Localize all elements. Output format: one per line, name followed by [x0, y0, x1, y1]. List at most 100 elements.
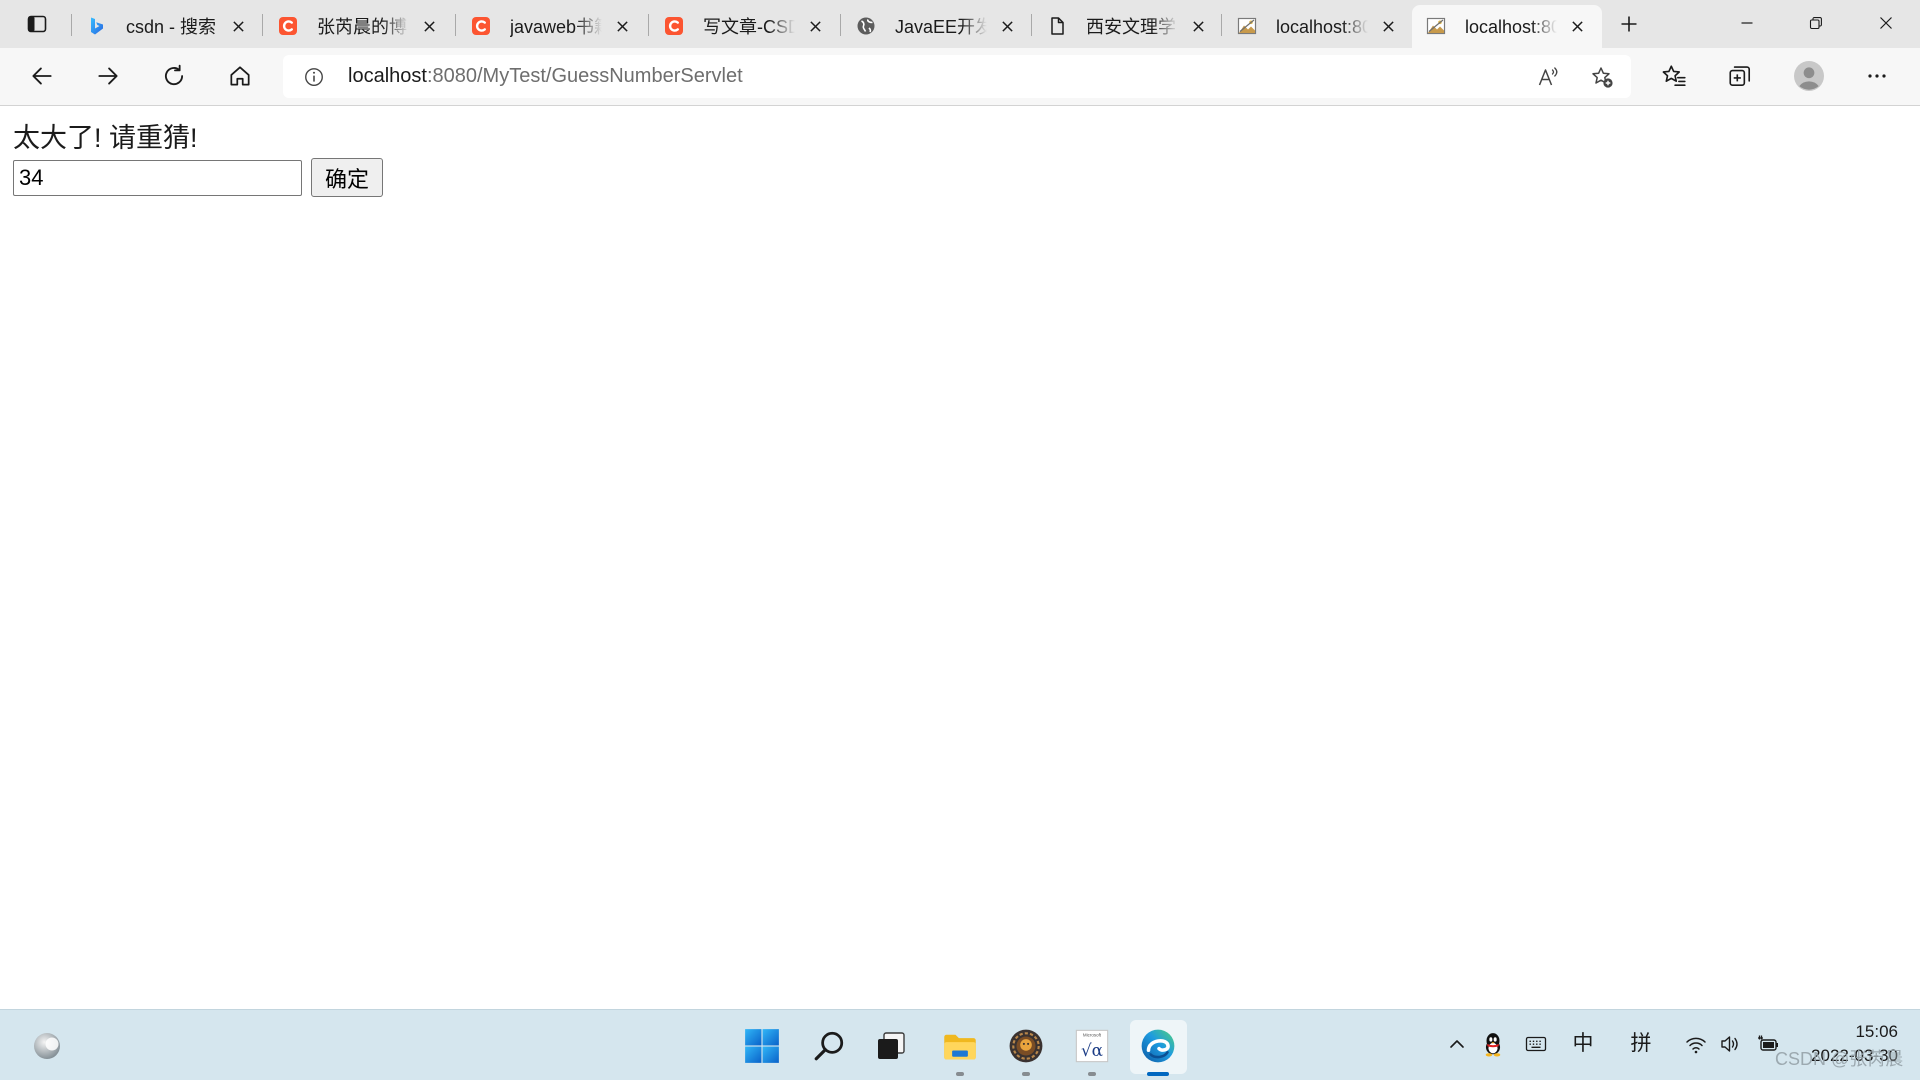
tab-close-button[interactable]	[1187, 15, 1209, 37]
broken-image-icon	[1237, 16, 1257, 36]
tab-localhost[interactable]: localhost:80	[1223, 5, 1413, 48]
info-icon	[305, 68, 323, 86]
read-aloud-button[interactable]	[1529, 58, 1567, 96]
guess-number-input[interactable]	[13, 160, 302, 196]
tab-separator	[648, 14, 649, 36]
bing-icon	[87, 16, 107, 36]
running-indicator-active	[1147, 1072, 1169, 1076]
windows-start-icon	[745, 1029, 779, 1063]
tab-title: csdn - 搜索	[126, 17, 217, 37]
ime-mode-indicator[interactable]: 中	[1569, 1026, 1597, 1062]
new-tab-plus-icon	[1621, 16, 1637, 32]
tab-blog[interactable]: 张芮晨的博	[264, 5, 454, 48]
url-host: localhost	[348, 65, 427, 87]
tab-separator	[262, 14, 263, 36]
touch-keyboard-button[interactable]	[1520, 1026, 1552, 1062]
tab-close-button[interactable]	[804, 15, 826, 37]
vertical-tabs-button[interactable]	[20, 7, 54, 41]
favorites-button[interactable]	[1654, 56, 1694, 96]
battery-button[interactable]	[1754, 1026, 1782, 1062]
math-solver-button[interactable]: Microsoft √α	[1068, 1022, 1116, 1070]
more-button[interactable]	[1857, 56, 1897, 96]
tab-localhost-active[interactable]: localhost:80	[1412, 5, 1602, 48]
widgets-weather-icon	[34, 1033, 60, 1059]
globe-icon	[856, 16, 876, 36]
restore-icon	[1809, 17, 1822, 30]
refresh-button[interactable]	[154, 56, 194, 96]
edge-browser-icon	[1141, 1029, 1175, 1063]
tab-javaweb-books[interactable]: javaweb书籍	[457, 5, 647, 48]
gear-badge-app-icon	[1009, 1029, 1043, 1063]
show-hidden-icons-button[interactable]	[1443, 1026, 1471, 1062]
new-tab-button[interactable]	[1611, 6, 1647, 42]
clock-time: 15:06	[1855, 1022, 1898, 1041]
ime-layout-indicator[interactable]: 拼	[1627, 1026, 1655, 1062]
back-button[interactable]	[22, 56, 62, 96]
tab-javaee[interactable]: JavaEE开发	[842, 5, 1032, 48]
tab-separator	[840, 14, 841, 36]
tab-write-article[interactable]: 写文章-CSD	[650, 5, 840, 48]
math-solver-icon: Microsoft √α	[1075, 1029, 1109, 1063]
folder-icon	[944, 1034, 976, 1060]
tab-csdn-search[interactable]: csdn - 搜索	[73, 5, 263, 48]
back-arrow-icon	[32, 67, 52, 85]
minimize-icon	[1741, 22, 1753, 24]
url-text[interactable]: localhost:8080/MyTest/GuessNumberServlet	[348, 55, 743, 98]
window-close-button[interactable]	[1863, 0, 1909, 46]
close-icon	[423, 20, 435, 32]
running-indicator	[1088, 1072, 1096, 1076]
close-icon	[1880, 17, 1892, 29]
collections-button[interactable]	[1720, 56, 1760, 96]
tab-close-button[interactable]	[1377, 15, 1399, 37]
tab-separator	[1221, 14, 1222, 36]
clock-date: 2022-03-30	[1811, 1046, 1898, 1065]
csdn-icon	[471, 16, 491, 36]
volume-icon	[1721, 1036, 1738, 1052]
tab-close-button[interactable]	[996, 15, 1018, 37]
tab-university[interactable]: 西安文理学	[1033, 5, 1223, 48]
task-view-icon	[878, 1032, 905, 1059]
file-explorer-button[interactable]	[936, 1022, 984, 1070]
network-button[interactable]	[1682, 1026, 1710, 1062]
close-icon	[1192, 20, 1204, 32]
qq-tray-button[interactable]	[1479, 1026, 1507, 1062]
close-icon	[1001, 20, 1013, 32]
home-icon	[230, 66, 250, 86]
tab-title: localhost:80	[1276, 17, 1368, 37]
address-bar[interactable]: localhost:8080/MyTest/GuessNumberServlet	[283, 55, 1631, 98]
vertical-tabs-icon	[26, 13, 48, 35]
close-icon	[1382, 20, 1394, 32]
tab-close-button[interactable]	[227, 15, 249, 37]
widgets-button[interactable]	[24, 1022, 72, 1070]
csdn-icon	[664, 16, 684, 36]
add-favorite-button[interactable]	[1583, 58, 1621, 96]
tab-close-button[interactable]	[611, 15, 633, 37]
refresh-icon	[164, 64, 184, 86]
forward-arrow-icon	[98, 67, 118, 85]
running-indicator	[956, 1072, 964, 1076]
forward-button[interactable]	[88, 56, 128, 96]
qq-penguin-icon	[1485, 1033, 1501, 1057]
profile-button[interactable]	[1789, 56, 1829, 96]
site-info-button[interactable]	[297, 60, 331, 94]
app-button[interactable]	[1002, 1022, 1050, 1070]
tab-close-button[interactable]	[1566, 15, 1588, 37]
tab-title: JavaEE开发	[895, 17, 987, 37]
tab-title: 西安文理学	[1086, 17, 1176, 37]
home-button[interactable]	[220, 56, 260, 96]
taskbar: Microsoft √α 中 拼 15:06 2022-03-30	[0, 1009, 1920, 1080]
start-button[interactable]	[738, 1022, 786, 1070]
volume-button[interactable]	[1716, 1026, 1744, 1062]
task-view-button[interactable]	[867, 1022, 915, 1070]
close-icon	[616, 20, 628, 32]
keyboard-icon	[1525, 1036, 1547, 1052]
tab-close-button[interactable]	[418, 15, 440, 37]
restore-button[interactable]	[1793, 0, 1839, 46]
confirm-button[interactable]: 确定	[311, 158, 383, 197]
close-icon	[809, 20, 821, 32]
minimize-button[interactable]	[1724, 0, 1770, 46]
document-icon	[1047, 16, 1067, 36]
edge-button[interactable]	[1134, 1022, 1182, 1070]
clock[interactable]: 15:06 2022-03-30	[1808, 1020, 1898, 1068]
search-button[interactable]	[805, 1022, 853, 1070]
